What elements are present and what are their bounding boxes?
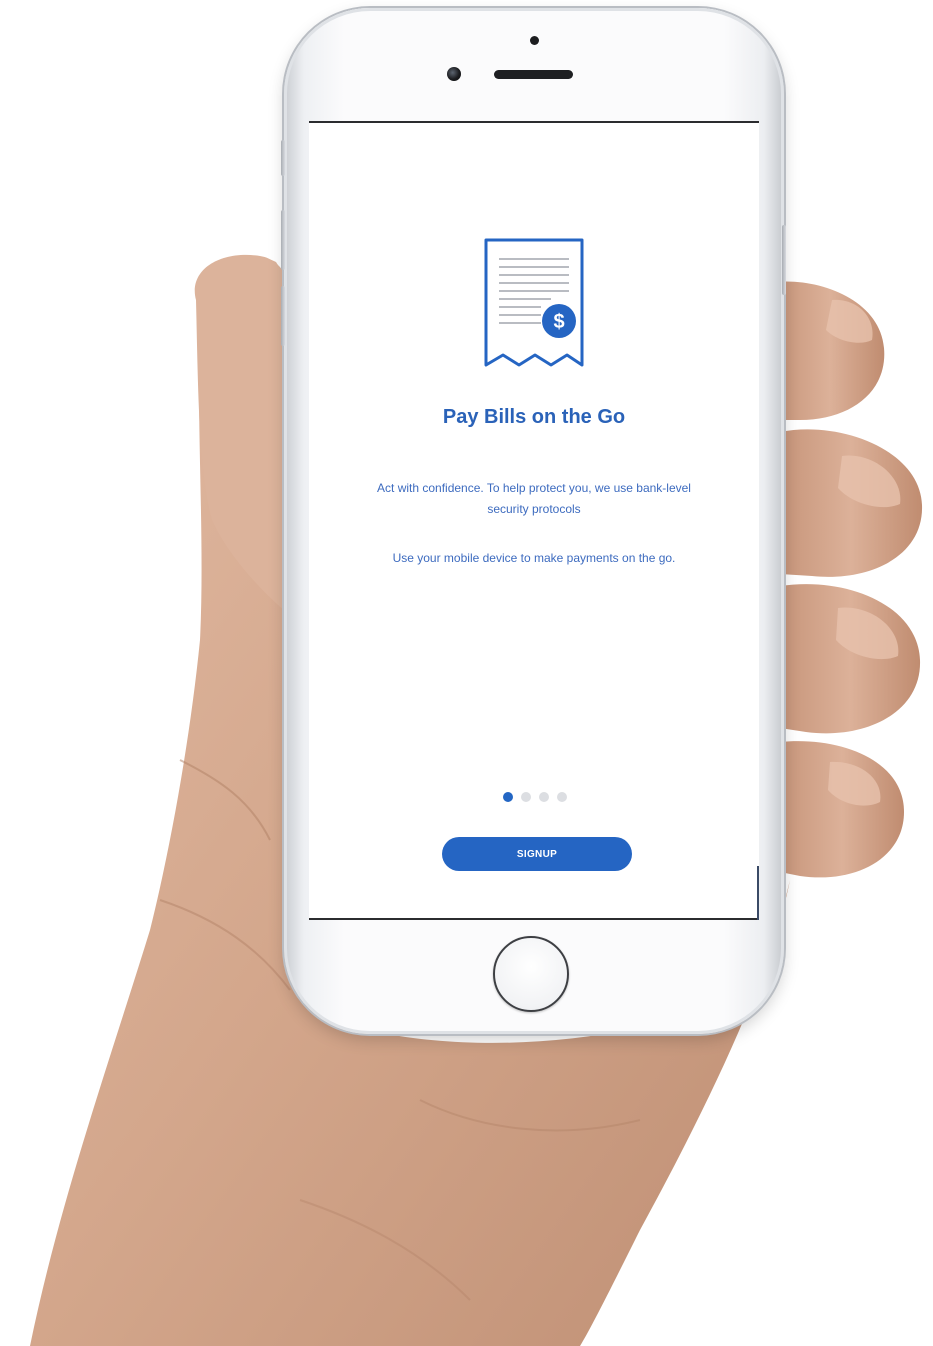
earpiece-speaker <box>494 70 573 79</box>
page-title: Pay Bills on the Go <box>442 406 626 428</box>
page-indicator <box>503 791 573 803</box>
front-camera-icon <box>447 67 461 81</box>
phone-power-button <box>782 225 786 295</box>
finger-4 <box>780 741 904 878</box>
phone-screen: $ Pay Bills on the Go Act with confidenc… <box>309 121 759 920</box>
screen-edge-line <box>757 866 759 920</box>
finger-2 <box>780 429 923 577</box>
phone-volume-down <box>281 286 285 346</box>
phone-mute-switch <box>281 140 285 176</box>
mobile-payment-description: Use your mobile device to make payments … <box>392 551 676 565</box>
signup-button[interactable]: SIGNUP <box>442 837 632 871</box>
finger-3 <box>780 584 921 734</box>
page-dot-4[interactable] <box>557 792 567 802</box>
security-description: Act with confidence. To help protect you… <box>377 481 691 516</box>
finger-1 <box>776 281 885 420</box>
phone-volume-up <box>281 210 285 270</box>
page-dot-1[interactable] <box>503 792 513 802</box>
home-button[interactable] <box>493 936 569 1012</box>
page-dot-3[interactable] <box>539 792 549 802</box>
receipt-dollar-icon: $ <box>484 238 584 367</box>
page-dot-2[interactable] <box>521 792 531 802</box>
scene: $ Pay Bills on the Go Act with confidenc… <box>0 0 933 1346</box>
proximity-sensor <box>530 36 539 45</box>
svg-text:$: $ <box>553 311 564 333</box>
